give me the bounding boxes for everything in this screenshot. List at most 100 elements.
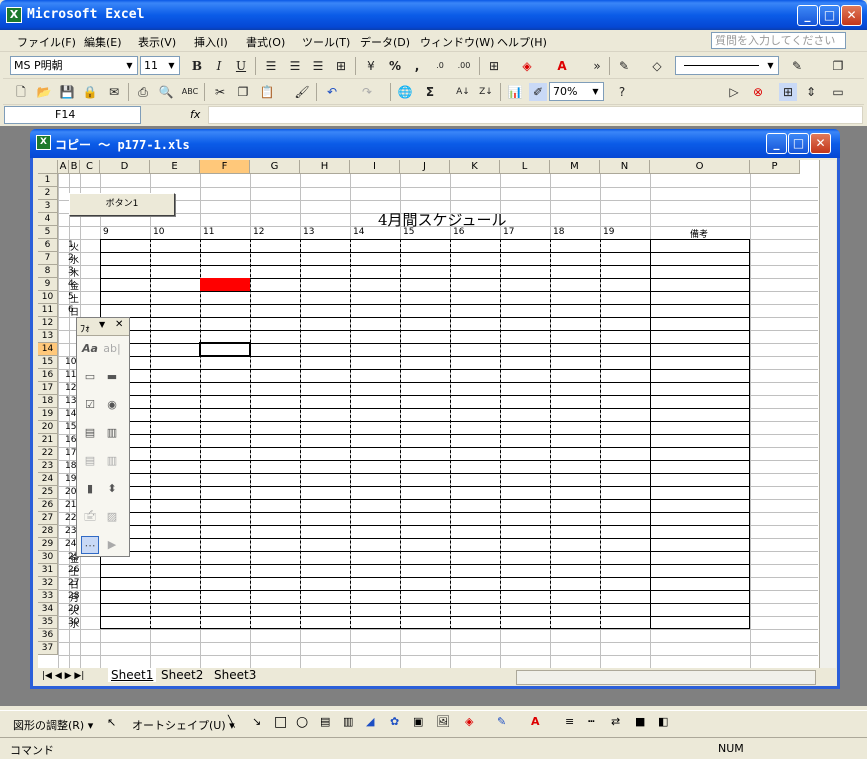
eraser-icon[interactable]: ◇	[648, 57, 666, 75]
spelling-icon[interactable]: ABC	[181, 83, 199, 101]
edit-code-icon[interactable]: ▨	[103, 508, 121, 526]
wordart-icon[interactable]: ◢	[366, 715, 374, 728]
arrow-tool-icon[interactable]: ↘	[252, 715, 261, 728]
pen-icon[interactable]: ✎	[615, 57, 633, 75]
column-header-k[interactable]: K	[450, 160, 500, 174]
merge-center-icon[interactable]: ⊞	[332, 57, 350, 75]
row-header-33[interactable]: 33	[38, 590, 58, 603]
combo-list-edit-icon[interactable]: ▤	[81, 452, 99, 470]
paste-icon[interactable]: 📋	[258, 83, 276, 101]
row-header-12[interactable]: 12	[38, 317, 58, 330]
bold-button[interactable]: B	[188, 57, 206, 75]
permission-icon[interactable]: 🔒	[81, 83, 99, 101]
align-vertical-icon[interactable]: ⇕	[802, 83, 820, 101]
workbook-minimize-button[interactable]: _	[766, 133, 787, 154]
fill-color-icon[interactable]: ◈	[465, 715, 473, 728]
help-icon[interactable]: ?	[613, 83, 631, 101]
menu-format[interactable]: 書式(O)	[246, 34, 285, 50]
column-header-i[interactable]: I	[350, 160, 400, 174]
select-all-corner[interactable]	[38, 160, 58, 174]
row-header-29[interactable]: 29	[38, 538, 58, 551]
font-color-icon[interactable]: A	[531, 715, 540, 728]
chevron-down-icon[interactable]: ▼	[123, 58, 136, 73]
highlighted-cell[interactable]	[200, 278, 250, 291]
toggle-grid-icon[interactable]: ⋯	[81, 536, 99, 554]
row-header-35[interactable]: 35	[38, 616, 58, 629]
stop-icon[interactable]: ⊗	[749, 83, 767, 101]
draw-menu[interactable]: 図形の調整(R) ▾	[13, 717, 93, 733]
align-right-icon[interactable]: ☰	[309, 57, 327, 75]
maximize-button[interactable]: □	[819, 5, 840, 26]
row-header-22[interactable]: 22	[38, 447, 58, 460]
align-center-icon[interactable]: ☰	[286, 57, 304, 75]
hyperlink-icon[interactable]: 🌐	[396, 83, 414, 101]
row-header-20[interactable]: 20	[38, 421, 58, 434]
forms-palette-header[interactable]: ﾌｫ ▼ ✕	[77, 318, 129, 336]
row-header-15[interactable]: 15	[38, 356, 58, 369]
cut-icon[interactable]: ✂	[211, 83, 229, 101]
chevron-down-icon[interactable]: ▼	[99, 320, 105, 329]
menu-window[interactable]: ウィンドウ(W)	[420, 34, 494, 50]
tab-sheet1[interactable]: Sheet1	[108, 668, 157, 682]
listbox-tool-icon[interactable]: ▤	[81, 424, 99, 442]
schedule-table[interactable]	[100, 239, 750, 629]
close-icon[interactable]: ✕	[115, 319, 123, 330]
row-header-23[interactable]: 23	[38, 460, 58, 473]
picture-icon[interactable]: 🖼	[436, 715, 450, 728]
column-header-g[interactable]: G	[250, 160, 300, 174]
menu-insert[interactable]: 挿入(I)	[194, 34, 228, 50]
column-header-d[interactable]: D	[100, 160, 150, 174]
active-cell[interactable]	[199, 342, 251, 357]
radio-tool-icon[interactable]: ◉	[103, 396, 121, 414]
increase-decimal-icon[interactable]: .0	[431, 57, 449, 75]
row-header-8[interactable]: 8	[38, 265, 58, 278]
menu-data[interactable]: データ(D)	[360, 34, 410, 50]
row-header-1[interactable]: 1	[38, 174, 58, 187]
column-header-e[interactable]: E	[150, 160, 200, 174]
line-tool-icon[interactable]: ╲	[228, 715, 235, 728]
email-icon[interactable]: ✉	[105, 83, 123, 101]
undo-icon[interactable]: ↶	[323, 83, 341, 101]
column-header-b[interactable]: B	[69, 160, 80, 174]
chevron-down-icon[interactable]: ▼	[764, 58, 777, 73]
row-header-32[interactable]: 32	[38, 577, 58, 590]
line-style-combo[interactable]: ▼	[675, 56, 779, 75]
diagram-icon[interactable]: ✿	[390, 715, 399, 728]
row-header-16[interactable]: 16	[38, 369, 58, 382]
close-button[interactable]: ✕	[841, 5, 862, 26]
rectangle-tool-icon[interactable]: □	[274, 714, 287, 730]
row-header-26[interactable]: 26	[38, 499, 58, 512]
row-header-19[interactable]: 19	[38, 408, 58, 421]
column-header-a[interactable]: A	[58, 160, 69, 174]
column-header-f[interactable]: F	[200, 160, 250, 174]
row-header-24[interactable]: 24	[38, 473, 58, 486]
row-header-25[interactable]: 25	[38, 486, 58, 499]
snap-grid-icon[interactable]: ⊞	[779, 83, 797, 101]
column-header-j[interactable]: J	[400, 160, 450, 174]
copy-icon[interactable]: ❐	[234, 83, 252, 101]
row-header-3[interactable]: 3	[38, 200, 58, 213]
row-header-28[interactable]: 28	[38, 525, 58, 538]
macro-run-icon[interactable]: ▷	[725, 83, 743, 101]
font-size-combo[interactable]: 11 ▼	[140, 56, 180, 75]
autoshapes-menu[interactable]: オートシェイプ(U) ▾	[132, 717, 235, 733]
spinner-tool-icon[interactable]: ⬍	[103, 480, 121, 498]
row-header-5[interactable]: 5	[38, 226, 58, 239]
row-header-4[interactable]: 4	[38, 213, 58, 226]
menu-tools[interactable]: ツール(T)	[302, 34, 350, 50]
chevron-down-icon[interactable]: ▼	[165, 58, 178, 73]
column-header-m[interactable]: M	[550, 160, 600, 174]
row-header-31[interactable]: 31	[38, 564, 58, 577]
italic-button[interactable]: I	[210, 57, 228, 75]
worksheet-grid[interactable]: A B C D E F G H I J K L M N O P 1 2 3 4 5 6 7 8 9 10 11 12 13 14 15 16 1…	[38, 160, 836, 668]
menu-file[interactable]: ファイル(F)	[17, 34, 76, 50]
copy-icon[interactable]: ❐	[829, 57, 847, 75]
border-color-icon[interactable]: ✎	[788, 57, 806, 75]
editbox-tool-icon[interactable]: ab|	[103, 340, 121, 358]
oval-tool-icon[interactable]: ○	[296, 714, 308, 730]
comma-button[interactable]: ,	[408, 57, 426, 75]
zoom-combo[interactable]: 70% ▼	[549, 82, 604, 101]
more-buttons-icon[interactable]: »	[588, 57, 606, 75]
groupbox-tool-icon[interactable]: ▭	[81, 368, 99, 386]
font-color-icon[interactable]: A	[553, 57, 571, 75]
